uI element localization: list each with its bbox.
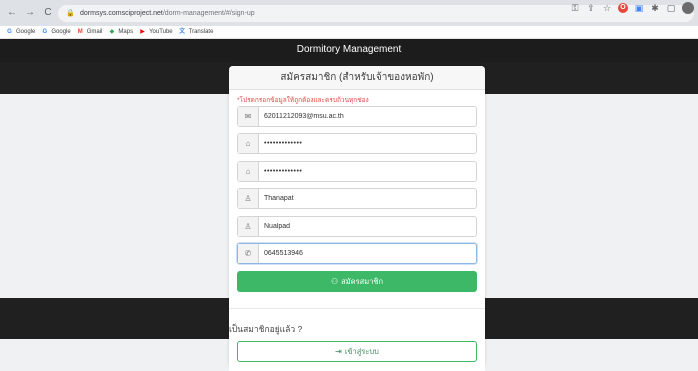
- gmail-icon: M: [77, 28, 83, 35]
- opera-extension-icon[interactable]: O: [618, 3, 628, 13]
- url-text: dormsys.comsciproject.net/dorm-managemen…: [80, 10, 255, 17]
- profile-avatar[interactable]: [682, 2, 694, 14]
- page: Dormitory Management สมัครสมาชิก (สำหรับ…: [0, 39, 698, 371]
- bookmark-youtube[interactable]: ▶ YouTube: [139, 28, 172, 36]
- back-icon[interactable]: ←: [6, 7, 18, 19]
- google-icon: G: [42, 28, 48, 35]
- top-navbar: Dormitory Management: [0, 39, 698, 62]
- bookmark-google-2[interactable]: G Google: [41, 28, 71, 36]
- puzzle-icon[interactable]: ✱: [650, 3, 660, 13]
- password-field[interactable]: ⌂ •••••••••••••: [237, 133, 477, 154]
- user-icon: ♙: [238, 217, 259, 236]
- maps-icon: ◆: [109, 28, 115, 35]
- firstname-field[interactable]: ♙ Thanapat: [237, 188, 477, 209]
- signup-button[interactable]: ⚇ สมัครสมาชิก: [237, 271, 477, 292]
- lock-icon: ⌂: [238, 162, 259, 181]
- browser-toolbar: ← → C 🔒 dormsys.comsciproject.net/dorm-m…: [0, 0, 698, 26]
- login-card: เป็นสมาชิกอยู่แล้ว ? ⇥ เข้าสู่ระบบ: [229, 308, 485, 371]
- translate-icon: 文: [179, 28, 186, 35]
- signup-title: สมัครสมาชิก (สำหรับเจ้าของหอพัก): [229, 66, 485, 90]
- reload-icon[interactable]: C: [42, 7, 54, 19]
- bookmark-gmail[interactable]: M Gmail: [77, 29, 103, 36]
- navbar-title: Dormitory Management: [296, 44, 402, 55]
- phone-field[interactable]: ✆ 0645513946: [237, 243, 477, 264]
- bookmark-google[interactable]: G Google: [6, 29, 35, 36]
- lastname-field[interactable]: ♙ Nualpad: [237, 216, 477, 237]
- extension-icons: ⚿ ⇪ ☆ O ▣ ✱ ▢: [570, 2, 694, 14]
- sidebar-icon[interactable]: ▢: [666, 3, 676, 13]
- add-user-icon: ⚇: [330, 277, 339, 286]
- login-button[interactable]: ⇥ เข้าสู่ระบบ: [237, 341, 477, 362]
- bookmark-translate[interactable]: 文 Translate: [179, 28, 213, 36]
- already-member-text: เป็นสมาชิกอยู่แล้ว ?: [229, 324, 303, 334]
- bookmark-maps[interactable]: ◆ Maps: [108, 29, 133, 36]
- forward-icon[interactable]: →: [24, 7, 36, 19]
- phone-icon: ✆: [238, 244, 259, 263]
- youtube-icon: ▶: [140, 28, 145, 35]
- bookmarks-bar: G Google G Google M Gmail ◆ Maps ▶ YouTube 文T…: [0, 26, 698, 39]
- confirm-password-field[interactable]: ⌂ •••••••••••••: [237, 161, 477, 182]
- login-icon: ⇥: [335, 347, 342, 356]
- star-icon[interactable]: ☆: [602, 3, 612, 13]
- user-icon: ♙: [238, 189, 259, 208]
- lock-icon: 🔒: [66, 9, 75, 17]
- translate-extension-icon[interactable]: ▣: [634, 3, 644, 13]
- required-warning: *โปรดกรอกข้อมูลให้ถูกต้องและครบถ้วนทุกช่…: [237, 97, 369, 104]
- lock-icon: ⌂: [238, 134, 259, 153]
- google-icon: G: [7, 28, 12, 35]
- key-icon[interactable]: ⚿: [570, 3, 580, 13]
- share-icon[interactable]: ⇪: [586, 3, 596, 13]
- email-field[interactable]: ✉ 62011212093@msu.ac.th: [237, 106, 477, 127]
- envelope-icon: ✉: [238, 107, 259, 126]
